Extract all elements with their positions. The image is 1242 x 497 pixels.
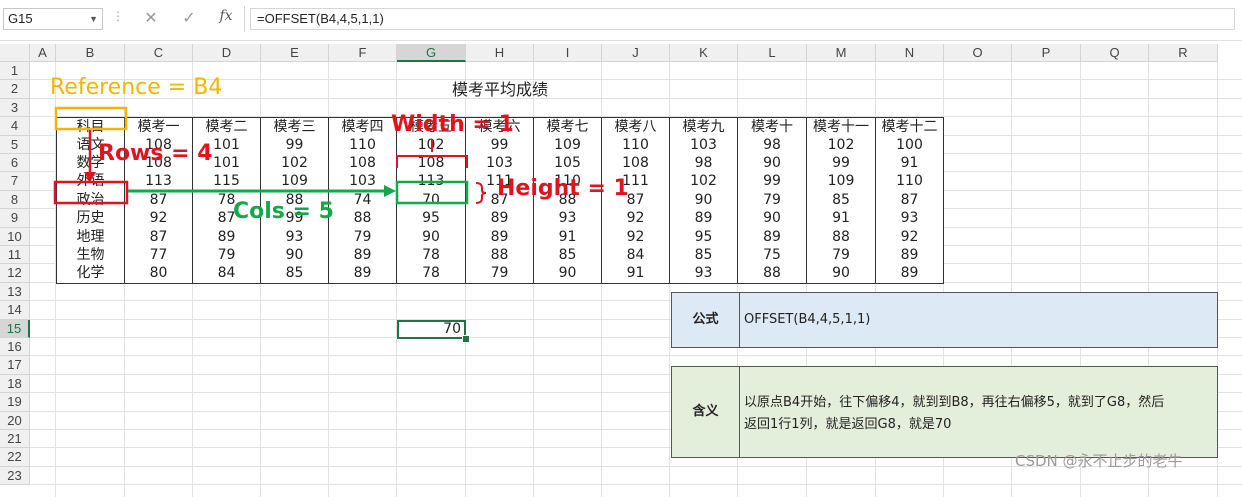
reference-highlight [54,106,128,131]
cols-label: Cols = 5 [233,199,334,224]
meaning-value-cell: 以原点B4开始，往下偏移4，就到到B8，再往右偏移5，就到了G8，然后 返回1行… [739,366,1218,458]
width-label: Width = 1 [391,112,514,137]
formula-label-cell: 公式 [671,292,740,348]
height-bracket [475,182,487,204]
meaning-label: 含义 [692,404,719,419]
rows-label: Rows = 4 [98,141,213,166]
meaning-line-2: 返回1行1列，就是返回G8，就是70 [744,417,952,432]
cols-arrow-head [384,185,396,197]
target-row-highlight [53,180,129,205]
result-highlight [395,180,469,205]
watermark: CSDN @永不止步的老牛 [1015,452,1183,470]
formula-label: 公式 [692,312,719,327]
meaning-label-cell: 含义 [671,366,740,458]
formula-value: OFFSET(B4,4,5,1,1) [744,312,871,327]
gridline [30,484,1242,486]
width-bracket [396,155,468,168]
formula-value-cell: OFFSET(B4,4,5,1,1) [739,292,1218,348]
meaning-line-1: 以原点B4开始，往下偏移4，就到到B8，再往右偏移5，就到了G8，然后 [744,395,1165,410]
reference-label: Reference = B4 [50,75,223,100]
height-label: Height = 1 [497,176,629,201]
rows-arrow-head [84,172,96,182]
